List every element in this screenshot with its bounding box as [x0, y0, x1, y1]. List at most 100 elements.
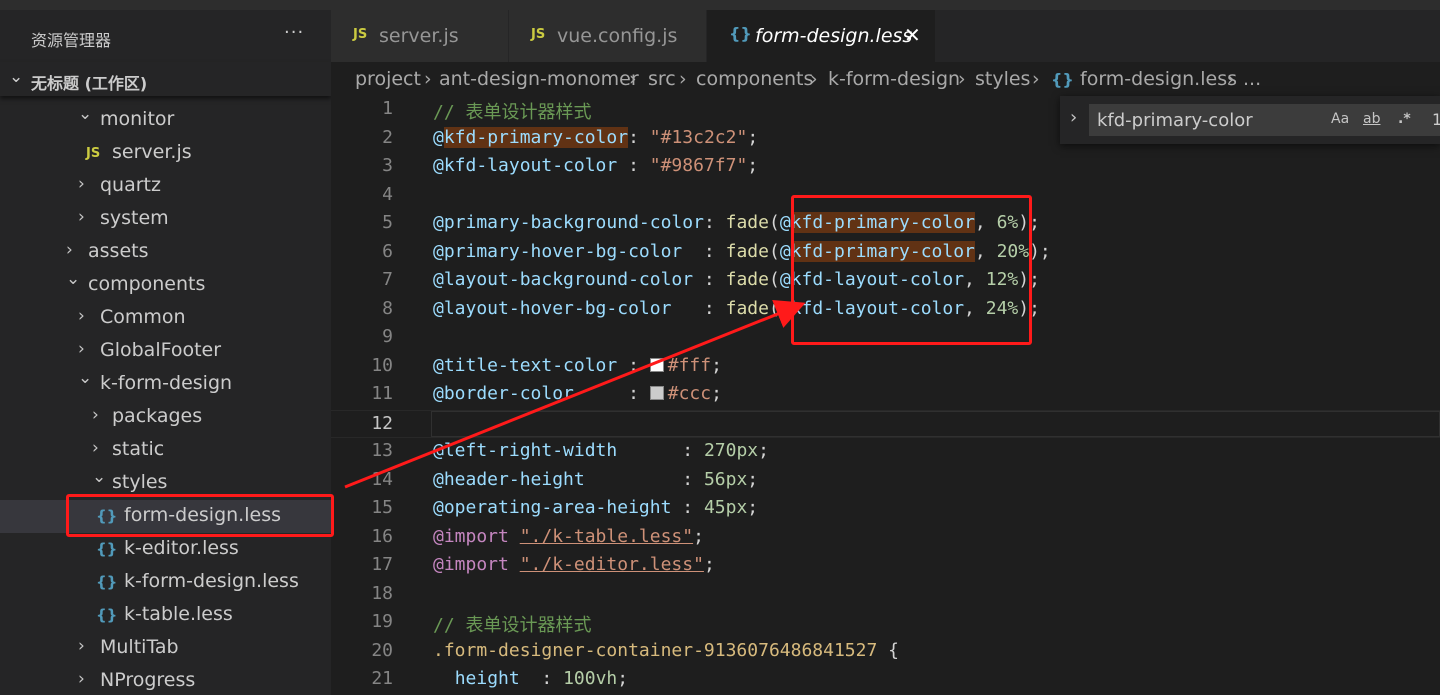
tree-folder-common[interactable]: › Common: [0, 302, 331, 335]
code-text: @border-color : #ccc;: [433, 383, 722, 404]
code-token: :: [628, 126, 650, 148]
code-line: 12: [331, 409, 1440, 438]
code-text: height : 100vh;: [433, 668, 628, 689]
editor-tab-bar: JS server.js JS vue.config.js {} form-de…: [331, 0, 1440, 62]
breadcrumb-separator: ›: [679, 68, 687, 90]
toggle-replace-icon[interactable]: ›: [1070, 107, 1077, 128]
code-token: :: [703, 212, 726, 233]
tree-folder-packages[interactable]: › packages: [0, 401, 331, 434]
explorer-header: 资源管理器 ···: [0, 10, 331, 62]
code-line: 13 @left-right-width : 270px;: [331, 438, 1440, 467]
code-line: 21 height : 100vh;: [331, 666, 1440, 695]
code-token: "./k-editor.less": [519, 554, 704, 575]
color-swatch[interactable]: [649, 386, 664, 400]
tree-folder-monitor[interactable]: ⌄ monitor: [0, 104, 331, 137]
breadcrumb-item[interactable]: src: [648, 68, 676, 90]
code-text: @left-right-width : 270px;: [433, 440, 769, 461]
tree-folder-k-form-design[interactable]: ⌄ k-form-design: [0, 368, 331, 401]
breadcrumb-item[interactable]: styles: [975, 68, 1030, 90]
code-token: @: [779, 240, 791, 262]
code-token: fade: [725, 269, 769, 290]
code-token: @import: [433, 554, 509, 575]
explorer-title: 资源管理器: [31, 31, 112, 50]
line-number: 12: [371, 412, 393, 434]
chevron-right-icon: ›: [78, 174, 85, 194]
tree-folder-static[interactable]: › static: [0, 434, 331, 467]
code-line: 19 // 表单设计器样式: [331, 609, 1440, 638]
tree-item-label: monitor: [100, 108, 175, 130]
code-line: 15 @operating-area-height : 45px;: [331, 495, 1440, 524]
chevron-right-icon: ›: [92, 438, 99, 458]
less-file-icon: {}: [96, 606, 118, 624]
tree-item-label: MultiTab: [100, 636, 179, 658]
code-token: "./k-table.less": [519, 525, 694, 547]
breadcrumb-separator: ›: [958, 68, 966, 90]
close-icon[interactable]: ✕: [904, 23, 921, 47]
breadcrumb: project › ant-design-monomer › src › com…: [331, 62, 1440, 96]
less-file-icon: {}: [96, 540, 118, 558]
code-token: ;: [703, 554, 715, 575]
color-swatch[interactable]: [649, 357, 664, 372]
code-line: 17 @import "./k-editor.less";: [331, 552, 1440, 581]
tab-label: vue.config.js: [557, 25, 678, 47]
code-token: // 表单设计器样式: [433, 615, 592, 636]
code-token: :: [584, 468, 704, 490]
find-input[interactable]: [1089, 104, 1440, 136]
regex-toggle[interactable]: .*: [1398, 111, 1411, 127]
code-token: "#9867f7": [649, 155, 748, 176]
line-number: 16: [371, 525, 393, 547]
line-number: 18: [371, 582, 393, 604]
tree-file[interactable]: JS server.js: [0, 137, 331, 170]
tree-folder-multitab[interactable]: › MultiTab: [0, 632, 331, 665]
tree-item-label: packages: [112, 405, 203, 427]
tree-folder-nprogress[interactable]: › NProgress: [0, 665, 331, 695]
line-number: 13: [371, 440, 393, 461]
code-token: @layout-hover-bg-color: [433, 297, 672, 319]
tree-folder-globalfooter[interactable]: › GlobalFooter: [0, 335, 331, 368]
breadcrumb-item[interactable]: project: [355, 68, 421, 90]
line-number: 21: [371, 668, 393, 689]
whole-word-toggle[interactable]: ab: [1363, 111, 1380, 127]
line-number: 7: [382, 269, 393, 290]
code-text: @operating-area-height : 45px;: [433, 497, 758, 518]
workspace-header[interactable]: ⌄ 无标题 (工作区): [0, 62, 331, 96]
code-editor[interactable]: 1// 表单设计器样式 2 @kfd-primary-color: "#13c2c2…: [331, 96, 1440, 695]
breadcrumb-item[interactable]: form-design.less: [1080, 68, 1237, 90]
breadcrumb-item[interactable]: ...: [1243, 68, 1261, 90]
tab-label: server.js: [379, 25, 459, 47]
tree-item-label: static: [112, 438, 165, 460]
chevron-down-icon: ⌄: [78, 368, 93, 388]
find-widget: › Aa ab .* 1: [1060, 96, 1440, 144]
tab-vue-config-js[interactable]: JS vue.config.js: [509, 10, 707, 62]
tree-file[interactable]: {} k-table.less: [0, 599, 331, 632]
code-text: .form-designer-container-913607648684152…: [433, 640, 899, 661]
line-number: 6: [382, 240, 393, 262]
code-token: ;: [747, 497, 759, 518]
tree-item-label: system: [100, 207, 169, 229]
breadcrumb-item[interactable]: components: [696, 68, 813, 90]
tree-file[interactable]: {} k-form-design.less: [0, 566, 331, 599]
tree-folder-quartz[interactable]: › quartz: [0, 170, 331, 203]
explorer-sidebar: 资源管理器 ··· ⌄ 无标题 (工作区) ⌄ monitor JS server.j…: [0, 0, 331, 695]
match-case-toggle[interactable]: Aa: [1331, 111, 1349, 127]
code-token: @layout-background-color: [433, 269, 694, 290]
code-line: 11 @border-color : #ccc;: [331, 381, 1440, 410]
chevron-right-icon: ›: [78, 207, 85, 227]
breadcrumb-separator: ›: [629, 68, 637, 90]
code-token: ;: [711, 354, 722, 376]
code-text: // 表单设计器样式: [433, 611, 592, 637]
tab-form-design-less[interactable]: {} form-design.less ✕: [707, 10, 936, 62]
tree-file[interactable]: {} k-editor.less: [0, 533, 331, 566]
breadcrumb-item[interactable]: ant-design-monomer: [439, 68, 639, 90]
tree-folder-components[interactable]: ⌄ components: [0, 269, 331, 302]
code-text: @header-height : 56px;: [433, 469, 758, 490]
breadcrumb-item[interactable]: k-form-design: [828, 68, 960, 90]
tab-server-js[interactable]: JS server.js: [331, 10, 509, 62]
more-actions-icon[interactable]: ···: [284, 22, 304, 43]
tree-folder-system[interactable]: › system: [0, 203, 331, 236]
code-token: .form-designer-container-913607648684152…: [433, 639, 878, 661]
tree-folder-assets[interactable]: › assets: [0, 236, 331, 269]
code-token: (: [768, 212, 780, 233]
tree-item-label: GlobalFooter: [100, 339, 222, 361]
